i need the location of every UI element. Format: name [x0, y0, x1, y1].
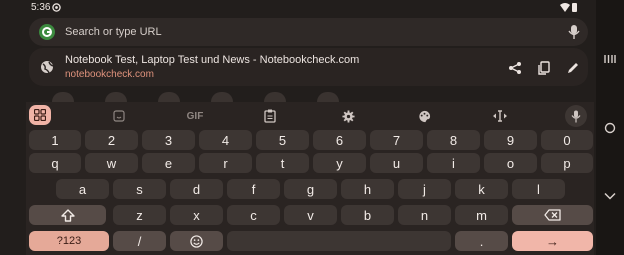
key-k[interactable]: k	[455, 179, 508, 199]
backspace-key[interactable]	[512, 205, 593, 225]
google-lens-icon[interactable]	[39, 24, 55, 40]
key-g[interactable]: g	[284, 179, 337, 199]
copy-icon[interactable]	[535, 59, 553, 77]
key-y[interactable]: y	[313, 153, 366, 173]
key-0[interactable]: 0	[541, 130, 593, 150]
emoji-icon	[190, 234, 203, 248]
key-x[interactable]: x	[170, 205, 223, 225]
text-cursor-icon[interactable]	[489, 105, 511, 127]
key-4[interactable]: 4	[199, 130, 252, 150]
suggestion-url: notebookcheck.com	[65, 69, 154, 80]
globe-icon	[41, 61, 54, 74]
gif-button[interactable]: GIF	[181, 105, 209, 127]
shortcut-tile	[105, 92, 127, 102]
symbols-key[interactable]: ?123	[29, 231, 109, 251]
key-b[interactable]: b	[341, 205, 394, 225]
key-j[interactable]: j	[398, 179, 451, 199]
key-1[interactable]: 1	[29, 130, 81, 150]
theme-palette-icon[interactable]	[413, 105, 435, 127]
home-icon[interactable]	[600, 118, 620, 138]
suggestion-row[interactable]: Notebook Test, Laptop Test und News - No…	[29, 48, 588, 86]
key-period[interactable]: .	[455, 231, 508, 251]
key-s[interactable]: s	[113, 179, 166, 199]
address-bar[interactable]: Search or type URL	[29, 18, 588, 46]
key-v[interactable]: v	[284, 205, 337, 225]
notification-icon	[52, 3, 61, 12]
shortcut-tile	[158, 92, 180, 102]
key-n[interactable]: n	[398, 205, 451, 225]
key-h[interactable]: h	[341, 179, 394, 199]
settings-gear-icon[interactable]	[337, 105, 359, 127]
key-f[interactable]: f	[227, 179, 280, 199]
edit-pencil-icon[interactable]	[564, 59, 582, 77]
on-screen-keyboard: GIF 1 2 3 4 5 6 7 8 9 0 q w e r t y u i …	[26, 102, 594, 255]
key-a[interactable]: a	[56, 179, 109, 199]
enter-key[interactable]: →	[512, 231, 593, 251]
back-chevron-down-icon[interactable]	[600, 186, 620, 206]
recents-icon[interactable]	[600, 49, 620, 69]
backspace-icon	[544, 209, 561, 221]
shift-key[interactable]	[29, 205, 106, 225]
share-icon[interactable]	[506, 59, 524, 77]
key-c[interactable]: c	[227, 205, 280, 225]
sticker-icon[interactable]	[108, 105, 130, 127]
key-o[interactable]: o	[484, 153, 537, 173]
address-placeholder[interactable]: Search or type URL	[65, 26, 162, 38]
key-3[interactable]: 3	[142, 130, 195, 150]
shift-arrow-icon	[60, 208, 75, 222]
shortcut-tile	[317, 92, 339, 102]
space-bar[interactable]	[227, 231, 451, 251]
key-9[interactable]: 9	[484, 130, 537, 150]
shortcut-tile	[264, 92, 286, 102]
suggestion-title[interactable]: Notebook Test, Laptop Test und News - No…	[65, 54, 359, 66]
status-time: 5:36	[31, 2, 51, 13]
shortcut-tile	[52, 92, 74, 102]
emoji-key[interactable]	[170, 231, 223, 251]
wifi-icon	[560, 3, 570, 12]
status-bar: 5:36	[0, 0, 596, 16]
key-p[interactable]: p	[541, 153, 593, 173]
key-2[interactable]: 2	[85, 130, 138, 150]
key-l[interactable]: l	[512, 179, 565, 199]
shortcut-tile	[211, 92, 233, 102]
key-z[interactable]: z	[113, 205, 166, 225]
browser-screen: 5:36 Search or type URL Notebook Test, L…	[0, 0, 596, 255]
voice-search-icon[interactable]	[567, 24, 581, 40]
key-slash[interactable]: /	[113, 231, 166, 251]
key-q[interactable]: q	[29, 153, 81, 173]
key-r[interactable]: r	[199, 153, 252, 173]
system-nav-bar	[596, 0, 624, 255]
apps-grid-icon[interactable]	[29, 105, 51, 125]
clipboard-icon[interactable]	[259, 105, 281, 127]
key-5[interactable]: 5	[256, 130, 309, 150]
key-t[interactable]: t	[256, 153, 309, 173]
key-m[interactable]: m	[455, 205, 508, 225]
key-u[interactable]: u	[370, 153, 423, 173]
key-i[interactable]: i	[427, 153, 480, 173]
key-w[interactable]: w	[85, 153, 138, 173]
battery-icon	[572, 3, 577, 12]
key-e[interactable]: e	[142, 153, 195, 173]
key-6[interactable]: 6	[313, 130, 366, 150]
key-8[interactable]: 8	[427, 130, 480, 150]
voice-input-icon[interactable]	[565, 105, 587, 127]
key-7[interactable]: 7	[370, 130, 423, 150]
key-d[interactable]: d	[170, 179, 223, 199]
